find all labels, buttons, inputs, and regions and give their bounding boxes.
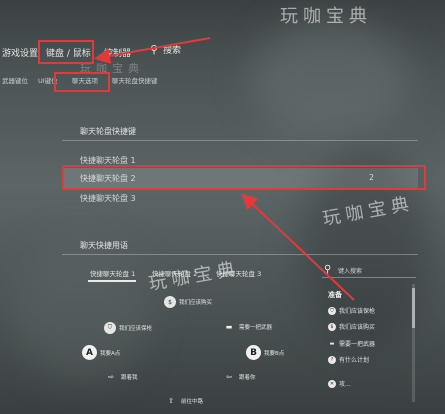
- follow-me-icon: ⇨: [108, 372, 114, 381]
- highlight-box-chat-options: [54, 72, 110, 92]
- slot-label: 我们应该保枪: [119, 326, 153, 332]
- phrases-divider: [62, 254, 418, 255]
- phrase-list-item[interactable]: ▬ 需要一把武器: [328, 339, 376, 349]
- phrases-section-title: 聊天快捷用语: [80, 241, 128, 250]
- phrase-list: 准备 ⛉ 我们应该保枪 $ 我们应该购买 ▬ 需要一把武器 ? 有什么计划 ✕ …: [322, 284, 416, 402]
- wheel-slot-lower-right[interactable]: ⇦ 跟着你: [222, 372, 256, 381]
- highlight-box-keyboard-tab: [38, 40, 94, 64]
- slot-label: 我们应该购买: [179, 300, 213, 306]
- tab-controller[interactable]: 控制器: [104, 46, 131, 59]
- phrase-list-item[interactable]: ? 有什么计划: [328, 355, 369, 364]
- wheel-slot-bottom[interactable]: ⇧ 前往中路: [164, 396, 203, 405]
- slot-label: 前往中路: [181, 398, 204, 405]
- wheel-slot-upper-left[interactable]: ⛉ 我们应该保枪: [104, 322, 152, 334]
- tab-game-settings[interactable]: 游戏设置: [2, 46, 38, 59]
- wheel-slot-left[interactable]: A 我要A点: [82, 345, 120, 360]
- wheel-slot-right[interactable]: B 我要B点: [246, 345, 284, 360]
- phrase-search: ⚲: [322, 264, 416, 278]
- scrollbar-thumb[interactable]: [412, 288, 415, 328]
- shield-icon: ⛉: [104, 322, 116, 334]
- attack-icon: ✕: [328, 379, 336, 388]
- search-label: 搜索: [162, 46, 181, 56]
- site-a-icon: A: [82, 345, 97, 360]
- rifle-icon: ▬: [329, 340, 335, 347]
- site-b-icon: B: [246, 345, 261, 360]
- shield-icon: ⛉: [328, 306, 336, 315]
- slot-label: 我要A点: [100, 350, 121, 357]
- wheel-tabs: 快捷聊天轮盘 1 快捷聊天轮盘 2 快捷聊天轮盘 3: [88, 268, 338, 282]
- question-icon: ?: [328, 355, 336, 364]
- phrase-list-label: 我们应该保枪: [339, 308, 376, 315]
- search-button[interactable]: ⚲ 搜索: [150, 43, 181, 56]
- phrase-search-input[interactable]: [338, 266, 414, 277]
- search-icon: ⚲: [150, 43, 159, 56]
- slot-label: 跟着你: [239, 374, 256, 381]
- hotkeys-divider: [62, 140, 418, 141]
- subtab-weapon-keys[interactable]: 武器键位: [2, 75, 28, 85]
- phrase-list-header: 准备: [328, 291, 342, 299]
- phrase-list-label: 我们应该购买: [339, 324, 376, 331]
- phrase-list-label: 需要一把武器: [339, 341, 376, 348]
- dollar-icon: $: [164, 296, 176, 308]
- hotkeys-section-title: 聊天轮盘快捷键: [80, 127, 136, 136]
- wheel-slot-lower-left[interactable]: ⇨ 跟着我: [104, 372, 138, 381]
- wheel-tab-underline: [88, 280, 136, 282]
- slot-label: 跟着我: [121, 374, 138, 381]
- wheel-slot-upper-right[interactable]: ▬ 需要一把武器: [222, 322, 272, 331]
- subtab-chat-wheel-keys[interactable]: 聊天轮盘快捷键: [112, 75, 158, 85]
- wheel-tab-2[interactable]: 快捷聊天轮盘 2: [152, 268, 197, 278]
- dollar-icon: $: [328, 322, 336, 331]
- phrase-list-label: 有什么计划: [339, 357, 370, 364]
- wheel-tab-3[interactable]: 快捷聊天轮盘 3: [216, 268, 261, 278]
- wheel-tab-1[interactable]: 快捷聊天轮盘 1: [90, 268, 135, 278]
- search-icon: ⚲: [324, 264, 332, 275]
- highlight-box-hotkey-row: [62, 165, 426, 190]
- slot-label: 我要B点: [264, 350, 285, 357]
- hotkey-row-wheel-3[interactable]: 快捷聊天轮盘 3: [62, 188, 418, 208]
- hotkey-label: 快捷聊天轮盘 3: [80, 194, 136, 203]
- rifle-icon: ▬: [225, 322, 233, 331]
- mid-icon: ⇧: [168, 396, 174, 405]
- phrase-list-item[interactable]: ✕ 攻...: [328, 379, 351, 388]
- slot-label: 需要一把武器: [239, 324, 273, 331]
- phrase-list-label: 攻...: [339, 381, 351, 388]
- phrase-list-scrollbar[interactable]: [412, 284, 415, 402]
- phrase-list-item[interactable]: $ 我们应该购买: [328, 322, 375, 331]
- phrase-list-item[interactable]: ⛉ 我们应该保枪: [328, 306, 375, 315]
- follow-you-icon: ⇦: [226, 372, 232, 381]
- wheel-slot-top[interactable]: $ 我们应该购买: [164, 296, 212, 308]
